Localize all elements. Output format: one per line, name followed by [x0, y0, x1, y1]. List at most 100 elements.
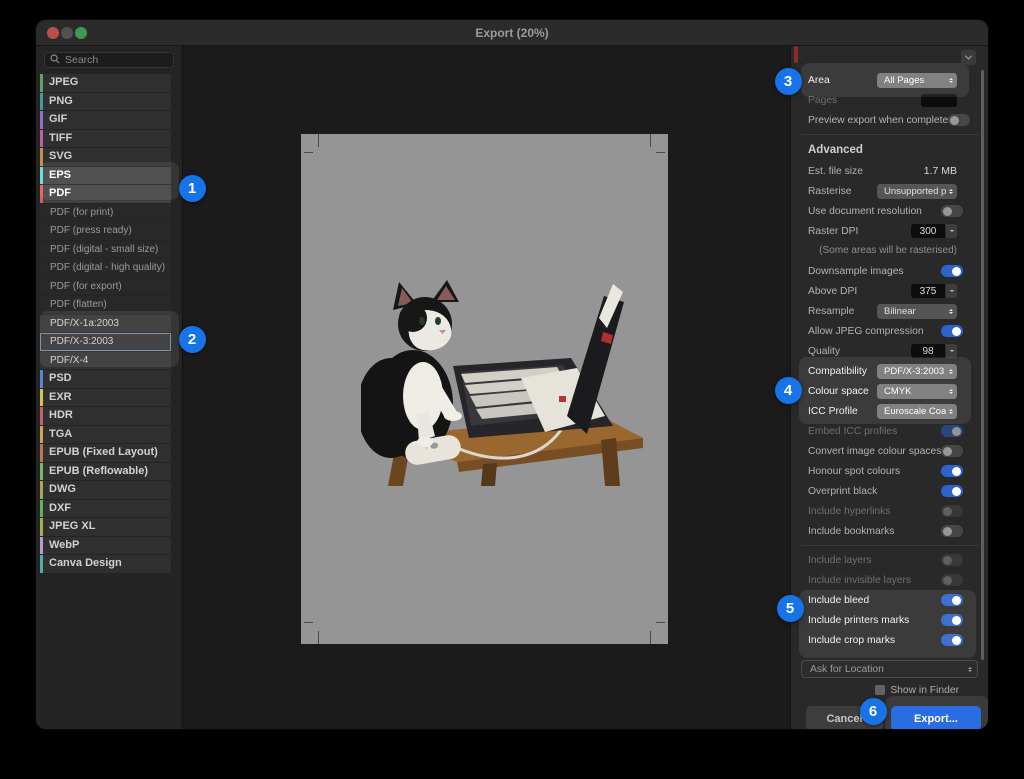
toggle-knob — [952, 487, 961, 496]
sidebar-item-eps[interactable]: EPS — [40, 167, 171, 185]
sidebar-item-jpeg[interactable]: JPEG — [40, 74, 171, 92]
titlebar: Export (20%) — [36, 20, 988, 46]
toggle-knob — [943, 447, 952, 456]
settings-row-icc-profile: ICC ProfileEuroscale Coate... — [791, 401, 988, 421]
sidebar-item-tga[interactable]: TGA — [40, 426, 171, 444]
settings-row-colour-space: Colour spaceCMYK — [791, 381, 988, 401]
include-layers-toggle[interactable] — [941, 554, 963, 566]
include-crop-marks-toggle[interactable] — [941, 634, 963, 646]
sidebar-item-pdf-x-1a-2003[interactable]: PDF/X-1a:2003 — [40, 315, 171, 333]
dialog-content: JPEGPNGGIFTIFFSVGEPSPDFPDF (for print)PD… — [36, 46, 988, 729]
sidebar-item-label: PDF (for export) — [40, 278, 122, 296]
include-bleed-toggle[interactable] — [941, 594, 963, 606]
sidebar-item-svg[interactable]: SVG — [40, 148, 171, 166]
sidebar-item-epub-reflowable[interactable]: EPUB (Reflowable) — [40, 463, 171, 481]
sidebar-item-jpeg-xl[interactable]: JPEG XL — [40, 518, 171, 536]
area-value: All Pages — [884, 75, 924, 86]
sidebar-item-pdf-for-print[interactable]: PDF (for print) — [40, 204, 171, 222]
red-indicator — [794, 46, 798, 63]
dropdown-arrow-icon[interactable] — [946, 284, 957, 298]
above-dpi-combo[interactable]: 375 — [911, 284, 957, 298]
sidebar-item-pdf[interactable]: PDF — [40, 185, 171, 203]
sidebar-item-png[interactable]: PNG — [40, 93, 171, 111]
compatibility-select[interactable]: PDF/X-3:2003 — [877, 364, 957, 379]
sidebar-item-psd[interactable]: PSD — [40, 370, 171, 388]
settings-row-resample: Resample Bilinear — [791, 301, 988, 321]
divider — [801, 134, 978, 135]
row-label: Include invisible layers — [808, 575, 911, 586]
show-in-finder-label: Show in Finder — [890, 685, 959, 696]
row-label: Resample — [808, 306, 854, 317]
sidebar-item-dwg[interactable]: DWG — [40, 481, 171, 499]
sidebar-item-pdf-x-4[interactable]: PDF/X-4 — [40, 352, 171, 370]
sidebar-item-dxf[interactable]: DXF — [40, 500, 171, 518]
sidebar-item-pdf-digital-small-size[interactable]: PDF (digital - small size) — [40, 241, 171, 259]
sidebar-item-epub-fixed-layout[interactable]: EPUB (Fixed Layout) — [40, 444, 171, 462]
overprint-black-toggle[interactable] — [941, 485, 963, 497]
row-label: Compatibility — [808, 366, 867, 377]
sidebar-item-label: GIF — [43, 111, 67, 129]
sidebar-item-label: EPS — [43, 167, 71, 185]
colour-space-select[interactable]: CMYK — [877, 384, 957, 399]
collapse-panel-button[interactable] — [961, 50, 976, 65]
sidebar-item-tiff[interactable]: TIFF — [40, 130, 171, 148]
include-invisible-layers-toggle[interactable] — [941, 574, 963, 586]
allow-jpeg-compression-toggle[interactable] — [941, 325, 963, 337]
include-hyperlinks-toggle[interactable] — [941, 505, 963, 517]
above-dpi-value[interactable]: 375 — [911, 284, 945, 298]
show-in-finder-row: Show in Finder — [791, 683, 988, 697]
raster-dpi-combo[interactable]: 300 — [911, 224, 957, 238]
preview-export-toggle[interactable] — [948, 114, 970, 126]
icc-profile-select[interactable]: Euroscale Coate... — [877, 404, 957, 419]
downsample-images-toggle[interactable] — [941, 265, 963, 277]
quality-combo[interactable]: 98 — [911, 344, 957, 358]
row-label: Include layers — [808, 555, 872, 566]
include-bookmarks-toggle[interactable] — [941, 525, 963, 537]
panel-scrollbar[interactable] — [981, 70, 984, 660]
settings-row-convert-image-colour-spaces: Convert image colour spaces — [791, 441, 988, 461]
sidebar-item-pdf-press-ready[interactable]: PDF (press ready) — [40, 222, 171, 240]
sidebar-item-pdf-digital-high-quality[interactable]: PDF (digital - high quality) — [40, 259, 171, 277]
save-location-select[interactable]: Ask for Location — [801, 660, 978, 678]
row-label: Include crop marks — [808, 635, 895, 646]
section-header-advanced: Advanced — [791, 139, 988, 161]
settings-row-include-invisible-layers: Include invisible layers — [791, 570, 988, 590]
sidebar-item-exr[interactable]: EXR — [40, 389, 171, 407]
sidebar-item-label: PDF (flatten) — [40, 296, 107, 314]
embed-icc-profiles-toggle[interactable] — [941, 425, 963, 437]
crop-mark — [656, 622, 665, 623]
honour-spot-colours-toggle[interactable] — [941, 465, 963, 477]
pages-field[interactable] — [921, 94, 957, 107]
sidebar-item-label: PSD — [43, 370, 72, 388]
sidebar-item-pdf-flatten[interactable]: PDF (flatten) — [40, 296, 171, 314]
sidebar-item-pdf-for-export[interactable]: PDF (for export) — [40, 278, 171, 296]
settings-row-include-bleed: Include bleed — [791, 590, 988, 610]
zoom-button[interactable] — [75, 27, 87, 39]
minimize-button[interactable] — [61, 27, 73, 39]
sidebar-item-hdr[interactable]: HDR — [40, 407, 171, 425]
rasterise-select[interactable]: Unsupported pro... — [877, 184, 957, 199]
quality-value[interactable]: 98 — [911, 344, 945, 358]
row-label: Include printers marks — [808, 615, 909, 626]
dropdown-arrow-icon[interactable] — [946, 224, 957, 238]
include-printers-marks-toggle[interactable] — [941, 614, 963, 626]
crop-mark — [656, 152, 665, 153]
close-button[interactable] — [47, 27, 59, 39]
search-input[interactable] — [44, 52, 174, 68]
area-select[interactable]: All Pages — [877, 73, 957, 88]
toggle-knob — [952, 467, 961, 476]
settings-row-downsample-images: Downsample images — [791, 261, 988, 281]
use-doc-resolution-toggle[interactable] — [941, 205, 963, 217]
convert-image-colour-spaces-toggle[interactable] — [941, 445, 963, 457]
sidebar-item-gif[interactable]: GIF — [40, 111, 171, 129]
toggle-knob — [950, 116, 959, 125]
resample-select[interactable]: Bilinear — [877, 304, 957, 319]
raster-dpi-value[interactable]: 300 — [911, 224, 945, 238]
sidebar-item-webp[interactable]: WebP — [40, 537, 171, 555]
sidebar-item-canva-design[interactable]: Canva Design — [40, 555, 171, 573]
row-label: Raster DPI — [808, 226, 858, 237]
sidebar-item-pdf-x-3-2003[interactable]: PDF/X-3:2003 — [40, 333, 171, 351]
dropdown-arrow-icon[interactable] — [946, 344, 957, 358]
show-in-finder-checkbox[interactable] — [875, 685, 885, 695]
export-button[interactable]: Export... — [891, 706, 981, 729]
